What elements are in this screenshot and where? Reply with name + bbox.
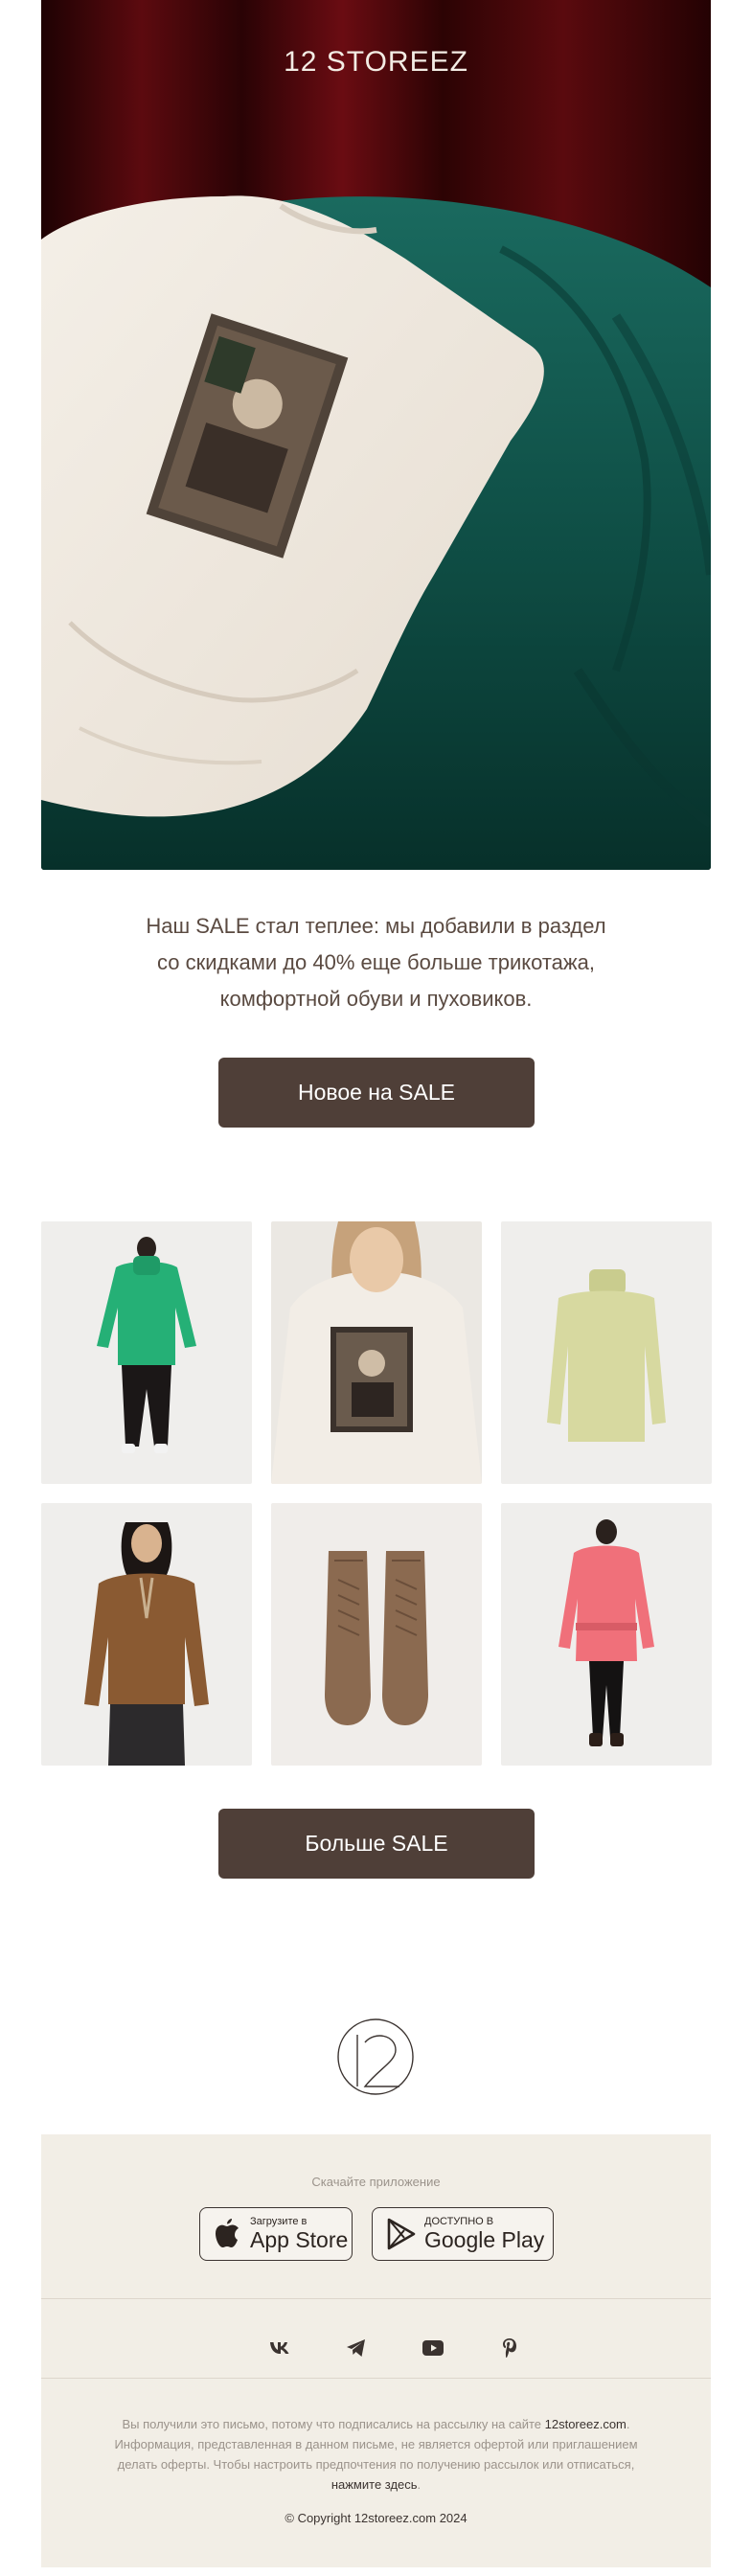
google-play-small-text: ДОСТУПНО В — [424, 2216, 494, 2227]
product-tile-boots[interactable] — [271, 1503, 482, 1766]
copyright-text: © Copyright 12storeez.com 2024 — [285, 2511, 467, 2525]
youtube-icon[interactable] — [414, 2329, 452, 2367]
intro-text: Наш SALE стал теплее: мы добавили в разд… — [41, 908, 711, 1017]
app-store-big-text: App Store — [250, 2227, 349, 2252]
hero-image[interactable]: 12 STOREEZ — [41, 0, 711, 870]
pinterest-icon[interactable] — [490, 2329, 529, 2367]
apple-icon — [216, 2219, 239, 2247]
site-link[interactable]: 12storeez.com — [545, 2417, 627, 2431]
intro-line-1: Наш SALE стал теплее: мы добавили в разд… — [146, 914, 606, 938]
footer: Скачайте приложение Загрузите в App Stor… — [41, 2134, 711, 2567]
new-on-sale-button[interactable]: Новое на SALE — [218, 1058, 535, 1128]
google-play-button[interactable]: ДОСТУПНО В Google Play — [372, 2207, 554, 2261]
more-sale-button[interactable]: Больше SALE — [218, 1809, 535, 1879]
google-play-icon — [387, 2218, 416, 2250]
product-image — [547, 1269, 666, 1442]
footer-divider — [41, 2378, 711, 2379]
product-image — [271, 1221, 482, 1484]
app-store-button[interactable]: Загрузите в App Store — [199, 2207, 353, 2261]
hero-illustration — [41, 0, 711, 870]
product-tile-green-puffer[interactable] — [41, 1221, 252, 1484]
unsubscribe-link[interactable]: нажмите здесь — [331, 2477, 418, 2492]
product-image — [325, 1551, 428, 1725]
legal-text-2: Информация, представленная в данном пись… — [114, 2437, 638, 2472]
app-store-small-text: Загрузите в — [250, 2216, 308, 2227]
legal-text-1: Вы получили это письмо, потому что подпи… — [122, 2417, 541, 2431]
download-app-label: Скачайте приложение — [311, 2175, 441, 2189]
footer-divider — [41, 2298, 711, 2299]
vk-icon[interactable] — [261, 2329, 299, 2367]
product-image — [97, 1237, 196, 1453]
google-play-big-text: Google Play — [424, 2227, 545, 2252]
product-tile-turtleneck[interactable] — [501, 1221, 712, 1484]
product-tile-pink-puffer[interactable] — [501, 1503, 712, 1766]
intro-line-3: комфортной обуви и пуховиков. — [219, 987, 533, 1011]
telegram-icon[interactable] — [337, 2329, 376, 2367]
product-image — [84, 1522, 209, 1766]
product-tile-sweatshirt[interactable] — [271, 1221, 482, 1484]
product-image — [558, 1519, 654, 1746]
product-tile-brown-knit[interactable] — [41, 1503, 252, 1766]
legal-text: Вы получили это письмо, потому что подпи… — [114, 2417, 638, 2492]
brand-logo: 12 STOREEZ — [284, 46, 468, 78]
brand-mark-icon[interactable] — [336, 2017, 415, 2096]
intro-line-2: со скидками до 40% еще больше трикотажа, — [157, 950, 595, 974]
